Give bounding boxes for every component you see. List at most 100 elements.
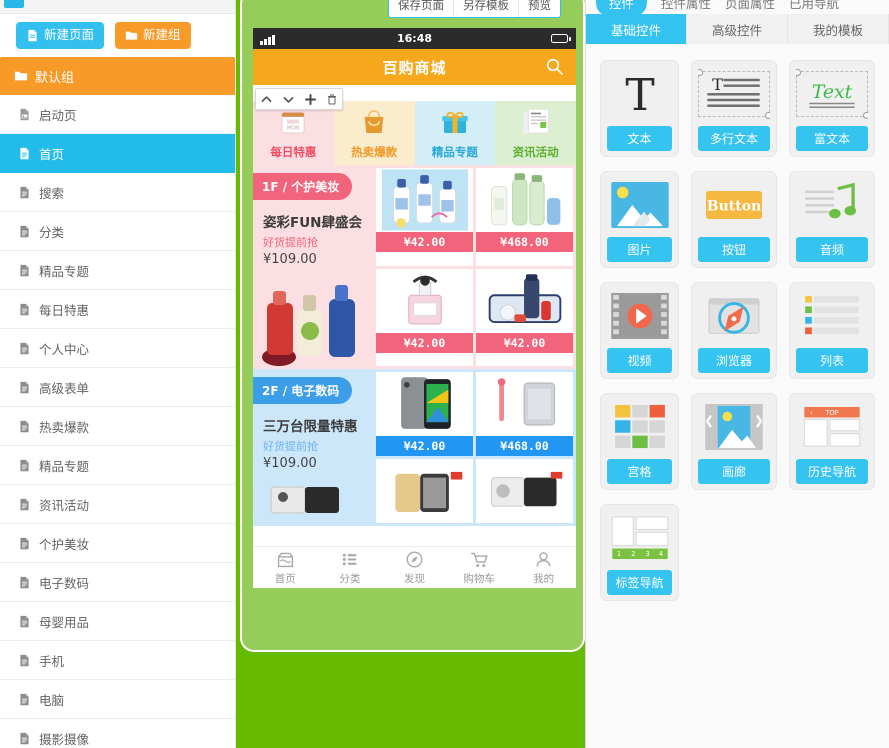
product-card[interactable]: ¥42.00 <box>476 268 573 366</box>
page-list-item-16[interactable]: 摄影摄像 <box>0 719 235 748</box>
product-card[interactable]: ¥42.00 <box>376 168 473 266</box>
bottom-nav-label: 首页 <box>274 572 296 585</box>
stage-toolbar-button-0[interactable]: 保存页面 <box>389 0 454 17</box>
widget-rich-text[interactable]: Text 富文本 <box>789 60 875 157</box>
sidebar-action-bar: 新建页面 新建组 <box>0 14 235 57</box>
page-list-item-8[interactable]: 热卖爆款 <box>0 407 235 446</box>
page-list-item-11[interactable]: 个护美妆 <box>0 524 235 563</box>
floor-1-hero-image <box>253 273 373 369</box>
page-list-item-4[interactable]: 精品专题 <box>0 251 235 290</box>
page-list-item-label: 摄影摄像 <box>39 731 90 747</box>
product-card[interactable] <box>476 459 573 523</box>
stage-toolbar-button-2[interactable]: 预览 <box>519 0 560 17</box>
widget-browser-compass[interactable]: 浏览器 <box>691 282 777 379</box>
stage-toolbar: 保存页面 另存模板 预览 <box>388 0 561 18</box>
floor-1-banner[interactable]: 1F / 个护美妆 姿彩FUN肆盛会 好货提前抢 ¥109.00 <box>253 165 373 369</box>
category-shortcut-label: 每日特惠 <box>270 145 317 159</box>
panel-sub-tab-1[interactable]: 高级控件 <box>687 14 788 44</box>
new-group-button[interactable]: 新建组 <box>115 22 191 49</box>
product-card[interactable] <box>376 459 473 523</box>
page-list-item-10[interactable]: 资讯活动 <box>0 485 235 524</box>
widget-list-rows[interactable]: 列表 <box>789 282 875 379</box>
editor-stage: 保存页面 另存模板 预览 16:48 百购商城 MON 每日特惠 热卖爆款 精品… <box>236 0 585 748</box>
phone-frame: 16:48 百购商城 MON 每日特惠 热卖爆款 精品专题 资讯活动 1F / … <box>240 0 585 652</box>
panel-sub-tab-0[interactable]: 基础控件 <box>586 14 687 44</box>
doc-icon <box>18 420 31 433</box>
panel-top-tab-1[interactable]: 控件属性 <box>661 0 711 12</box>
list-rows-icon <box>796 289 868 343</box>
page-list-item-2[interactable]: 搜索 <box>0 173 235 212</box>
widget-tab-nav[interactable]: 1 2 3 4 标签导航 <box>600 504 679 601</box>
move-up-icon[interactable] <box>260 93 273 106</box>
product-price: ¥42.00 <box>376 332 473 353</box>
category-shortcut-label: 精品专题 <box>431 145 478 159</box>
panel-top-tab-3[interactable]: 已用导航 <box>789 0 839 12</box>
widget-image[interactable]: 图片 <box>600 171 679 268</box>
product-card[interactable]: ¥468.00 <box>476 168 573 266</box>
widget-video-play[interactable]: 视频 <box>600 282 679 379</box>
page-list-item-0[interactable]: 启动页 <box>0 95 235 134</box>
page-list-item-6[interactable]: 个人中心 <box>0 329 235 368</box>
category-shortcut-0[interactable]: MON 每日特惠 <box>253 101 334 165</box>
widget-button[interactable]: Button 按钮 <box>691 171 777 268</box>
widget-audio-note[interactable]: 音频 <box>789 171 875 268</box>
doc-icon <box>18 537 31 550</box>
product-thumbnail <box>376 168 473 232</box>
bottom-nav-item-4[interactable]: 我的 <box>511 547 576 588</box>
widget-text-T[interactable]: T 文本 <box>600 60 679 157</box>
doc-icon <box>18 654 31 667</box>
page-list-item-12[interactable]: 电子数码 <box>0 563 235 602</box>
widget-history-nav[interactable]: TOP ‹ 历史导航 <box>789 393 875 490</box>
page-list-item-9[interactable]: 精品专题 <box>0 446 235 485</box>
product-thumbnail <box>376 459 473 523</box>
doc-icon <box>18 225 31 238</box>
delete-component-icon[interactable] <box>326 93 338 106</box>
widget-grid[interactable]: 宫格 <box>600 393 679 490</box>
stage-toolbar-button-1[interactable]: 另存模板 <box>454 0 519 17</box>
new-page-doc-icon <box>26 29 39 42</box>
bottom-nav-label: 分类 <box>339 572 361 585</box>
component-panel: 控件 控件属性 页面属性 已用导航 基础控件 高级控件 我的模板 T 文本 T 多行文本 Text… <box>585 0 889 748</box>
floor-2-banner[interactable]: 2F / 电子数码 三万台限量特惠 好货提前抢 ¥109.00 <box>253 369 373 526</box>
new-page-button[interactable]: 新建页面 <box>16 22 105 49</box>
new-page-button-label: 新建页面 <box>44 27 95 43</box>
widget-multiline-text[interactable]: T 多行文本 <box>691 60 777 157</box>
bottom-nav-item-0[interactable]: 首页 <box>253 547 318 588</box>
bottom-nav-item-3[interactable]: 购物车 <box>447 547 512 588</box>
page-list-item-label: 精品专题 <box>39 263 90 279</box>
bottom-nav-item-2[interactable]: 发现 <box>382 547 447 588</box>
widget-label: 文本 <box>607 126 672 151</box>
add-component-icon[interactable] <box>304 93 317 106</box>
search-icon[interactable] <box>545 57 564 76</box>
floor-1-product-grid: ¥42.00 ¥468.00 ¥42.00 ¥42.00 <box>373 165 576 369</box>
page-list-item-3[interactable]: 分类 <box>0 212 235 251</box>
widget-label: 按钮 <box>698 237 770 262</box>
product-card[interactable]: ¥468.00 <box>476 372 573 456</box>
category-shortcut-row: MON 每日特惠 热卖爆款 精品专题 资讯活动 <box>253 101 576 165</box>
category-shortcut-1[interactable]: 热卖爆款 <box>333 101 415 165</box>
page-list-item-14[interactable]: 手机 <box>0 641 235 680</box>
product-price: ¥468.00 <box>476 436 573 456</box>
category-shortcut-3[interactable]: 资讯活动 <box>495 101 576 165</box>
panel-top-tab-0[interactable]: 控件 <box>596 0 648 14</box>
page-list-item-13[interactable]: 母婴用品 <box>0 602 235 641</box>
category-shortcut-2[interactable]: 精品专题 <box>414 101 496 165</box>
page-list-item-15[interactable]: 电脑 <box>0 680 235 719</box>
widget-label: 宫格 <box>607 459 672 484</box>
product-card[interactable]: ¥42.00 <box>376 372 473 456</box>
widget-label: 视频 <box>607 348 672 373</box>
panel-sub-tab-2[interactable]: 我的模板 <box>788 14 889 44</box>
widget-label: 标签导航 <box>607 570 672 595</box>
product-card[interactable]: ¥42.00 <box>376 268 473 366</box>
panel-top-tab-2[interactable]: 页面属性 <box>725 0 775 12</box>
page-list-item-label: 高级表单 <box>39 380 90 396</box>
widget-gallery[interactable]: 画廊 <box>691 393 777 490</box>
widget-label: 图片 <box>607 237 672 262</box>
page-list-item-1[interactable]: 首页 <box>0 134 235 173</box>
cart-icon <box>470 550 489 569</box>
bottom-nav-item-1[interactable]: 分类 <box>318 547 383 588</box>
group-header-default[interactable]: 默认组 <box>0 57 235 95</box>
page-list-item-5[interactable]: 每日特惠 <box>0 290 235 329</box>
move-down-icon[interactable] <box>282 93 295 106</box>
page-list-item-7[interactable]: 高级表单 <box>0 368 235 407</box>
